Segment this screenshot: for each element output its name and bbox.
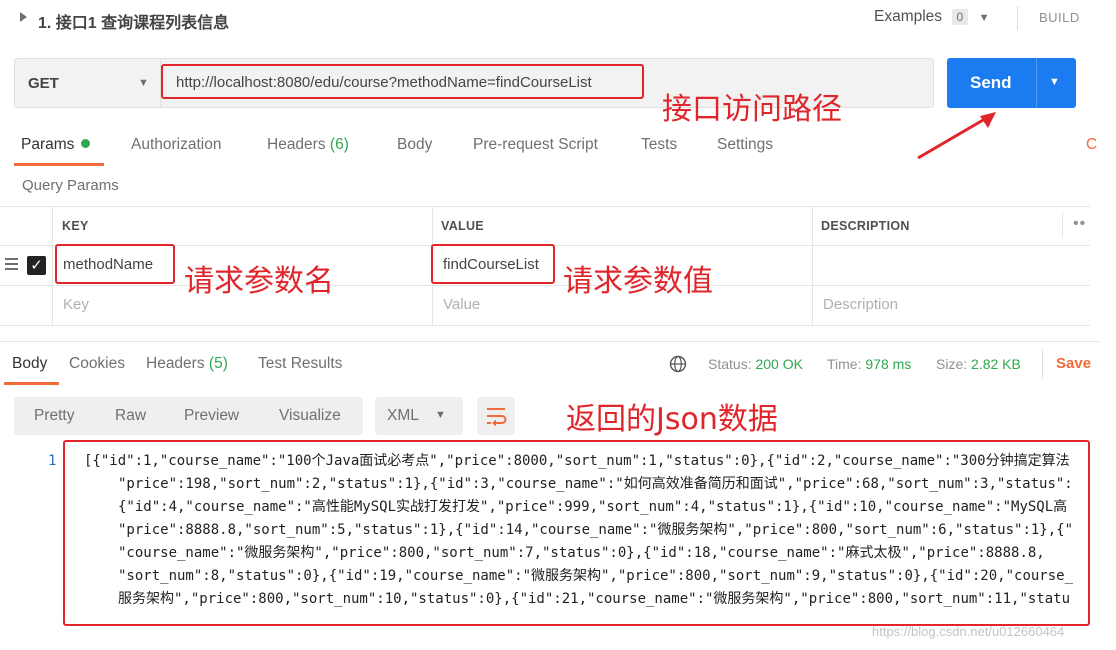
chevron-down-icon: ▼	[978, 12, 990, 24]
examples-label: Examples	[874, 8, 943, 25]
column-header-description: DESCRIPTION	[821, 219, 910, 233]
tab-authorization[interactable]: Authorization	[131, 136, 221, 154]
active-tab-underline	[14, 163, 104, 166]
send-label: Send	[970, 73, 1012, 92]
divider	[1042, 350, 1043, 378]
chevron-down-icon: ▼	[435, 409, 446, 421]
response-headers-count: (5)	[208, 355, 228, 372]
column-header-key: KEY	[62, 219, 89, 233]
annotation-param-value: 请求参数值	[563, 264, 713, 299]
annotation-param-name: 请求参数名	[184, 264, 334, 299]
headers-count: (6)	[329, 136, 349, 153]
tab-body[interactable]: Body	[397, 136, 432, 154]
line-number: 1	[48, 453, 57, 469]
view-mode-visualize[interactable]: Visualize	[279, 407, 341, 425]
send-button[interactable]: Send ▼	[947, 58, 1076, 108]
tab-label: Headers	[267, 136, 326, 153]
time-readout: Time: 978 ms	[827, 356, 911, 372]
response-tab-body[interactable]: Body	[12, 355, 47, 373]
chevron-down-icon: ▼	[138, 77, 149, 89]
tab-label: Headers	[146, 355, 205, 372]
tab-headers[interactable]: Headers (6)	[267, 136, 349, 154]
wrap-lines-icon	[487, 408, 507, 427]
format-select[interactable]: XML ▼	[375, 397, 463, 435]
method-label: GET	[28, 75, 59, 92]
watermark: https://blog.csdn.net/u012660464	[872, 624, 1065, 639]
cookies-link-partial[interactable]: C	[1086, 136, 1097, 154]
globe-icon[interactable]	[669, 355, 687, 373]
table-border	[52, 206, 53, 325]
param-value-highlight-box	[431, 244, 555, 284]
view-mode-raw[interactable]: Raw	[115, 407, 146, 425]
request-name[interactable]: 1. 接口1 查询课程列表信息	[38, 9, 229, 33]
save-response-button[interactable]: Save	[1056, 355, 1091, 372]
annotation-url: 接口访问路径	[662, 92, 842, 127]
annotation-arrow	[917, 112, 996, 160]
pane-divider	[0, 341, 1100, 342]
drag-handle-icon[interactable]	[5, 258, 18, 270]
new-value-input[interactable]: Value	[443, 296, 480, 313]
status-value: 200 OK	[755, 356, 803, 372]
table-border	[0, 206, 1090, 207]
params-active-dot	[81, 139, 91, 148]
chevron-down-icon[interactable]: ▼	[1049, 76, 1060, 88]
collapse-caret-icon[interactable]	[20, 12, 27, 22]
size-readout: Size: 2.82 KB	[936, 356, 1021, 372]
method-select[interactable]: GET ▼	[14, 58, 160, 108]
response-tab-headers[interactable]: Headers (5)	[146, 355, 228, 373]
send-divider	[1036, 58, 1037, 108]
time-label: Time:	[827, 356, 862, 372]
tab-params[interactable]: Params	[21, 136, 91, 154]
format-label: XML	[387, 407, 419, 424]
response-tab-test-results[interactable]: Test Results	[258, 355, 342, 373]
json-highlight-box	[63, 440, 1090, 626]
size-label: Size:	[936, 356, 968, 372]
examples-count-badge: 0	[951, 9, 969, 25]
query-params-title: Query Params	[22, 177, 119, 194]
view-mode-preview[interactable]: Preview	[184, 407, 239, 425]
url-highlight-box	[161, 64, 644, 99]
column-header-value: VALUE	[441, 219, 484, 233]
active-tab-underline	[4, 382, 59, 385]
table-border	[0, 325, 1090, 326]
tab-settings[interactable]: Settings	[717, 136, 773, 154]
status-readout: Status: 200 OK	[708, 356, 803, 372]
param-enabled-checkbox[interactable]: ✓	[27, 256, 46, 275]
divider	[1017, 6, 1018, 30]
wrap-lines-button[interactable]	[477, 397, 515, 435]
time-value: 978 ms	[865, 356, 912, 372]
examples-dropdown[interactable]: Examples 0 ▼	[874, 8, 990, 30]
table-border	[812, 206, 813, 325]
new-key-input[interactable]: Key	[63, 296, 89, 313]
tab-pre-request-script[interactable]: Pre-request Script	[473, 136, 598, 154]
param-key-highlight-box	[55, 244, 175, 284]
size-value: 2.82 KB	[971, 356, 1021, 372]
more-options-icon[interactable]: ••	[1073, 215, 1086, 233]
table-border	[1062, 212, 1063, 238]
annotation-json: 返回的Json数据	[566, 402, 778, 437]
new-description-input[interactable]: Description	[823, 296, 898, 313]
view-mode-pretty[interactable]: Pretty	[34, 407, 74, 425]
response-clip-mask	[1090, 440, 1116, 630]
tab-label: Params	[21, 136, 75, 153]
table-border	[0, 285, 1090, 286]
tab-tests[interactable]: Tests	[641, 136, 677, 154]
response-tab-cookies[interactable]: Cookies	[69, 355, 125, 373]
build-button[interactable]: BUILD	[1039, 10, 1080, 25]
status-label: Status:	[708, 356, 752, 372]
